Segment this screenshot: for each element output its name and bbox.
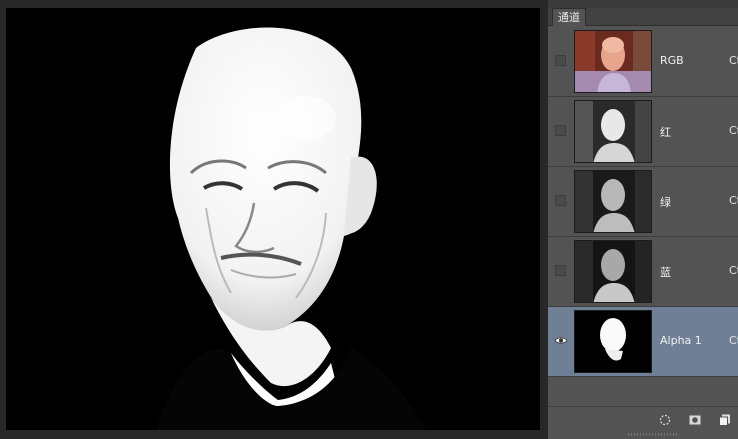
channel-name: RGB — [660, 54, 684, 67]
channel-thumbnail-blue — [574, 240, 652, 303]
image-canvas[interactable] — [6, 8, 540, 430]
channel-name: 绿 — [660, 196, 671, 209]
panel-tab-bar: 通道 — [548, 8, 738, 26]
visibility-toggle[interactable] — [555, 125, 566, 136]
channel-name: 红 — [660, 126, 671, 139]
channel-thumbnail-alpha-1 — [574, 310, 652, 373]
channel-row-rgb[interactable]: RGB Ctrl+2 — [548, 27, 738, 97]
panel-footer — [548, 406, 738, 439]
panel-top-strip — [548, 0, 738, 8]
tab-channels[interactable]: 通道 — [552, 8, 586, 26]
channel-thumbnail-red — [574, 100, 652, 163]
channel-name: 蓝 — [660, 266, 671, 279]
document-canvas-area — [0, 0, 548, 438]
channels-panel: 通道 RGB Ctrl+2 — [548, 0, 738, 439]
channel-shortcut: Ctrl+5 — [729, 264, 738, 277]
channel-name: Alpha 1 — [660, 334, 702, 347]
channel-shortcut: Ctrl+6 — [729, 334, 738, 347]
alpha-channel-image — [6, 8, 540, 430]
channel-shortcut: Ctrl+3 — [729, 124, 738, 137]
save-selection-icon[interactable] — [689, 414, 701, 426]
channel-row-blue[interactable]: 蓝 Ctrl+5 — [548, 237, 738, 307]
load-selection-icon[interactable] — [659, 414, 671, 426]
channel-row-red[interactable]: 红 Ctrl+3 — [548, 97, 738, 167]
channel-thumbnail-rgb — [574, 30, 652, 93]
visibility-toggle[interactable] — [555, 265, 566, 276]
channel-shortcut: Ctrl+2 — [729, 54, 738, 67]
new-channel-icon[interactable] — [719, 414, 731, 426]
visibility-toggle[interactable] — [555, 195, 566, 206]
channel-row-alpha-1[interactable]: Alpha 1 Ctrl+6 — [548, 307, 738, 377]
panel-resize-gripper[interactable] — [628, 433, 678, 436]
eye-icon[interactable] — [554, 335, 568, 346]
visibility-toggle[interactable] — [555, 55, 566, 66]
channel-row-green[interactable]: 绿 Ctrl+4 — [548, 167, 738, 237]
channel-shortcut: Ctrl+4 — [729, 194, 738, 207]
channel-thumbnail-green — [574, 170, 652, 233]
